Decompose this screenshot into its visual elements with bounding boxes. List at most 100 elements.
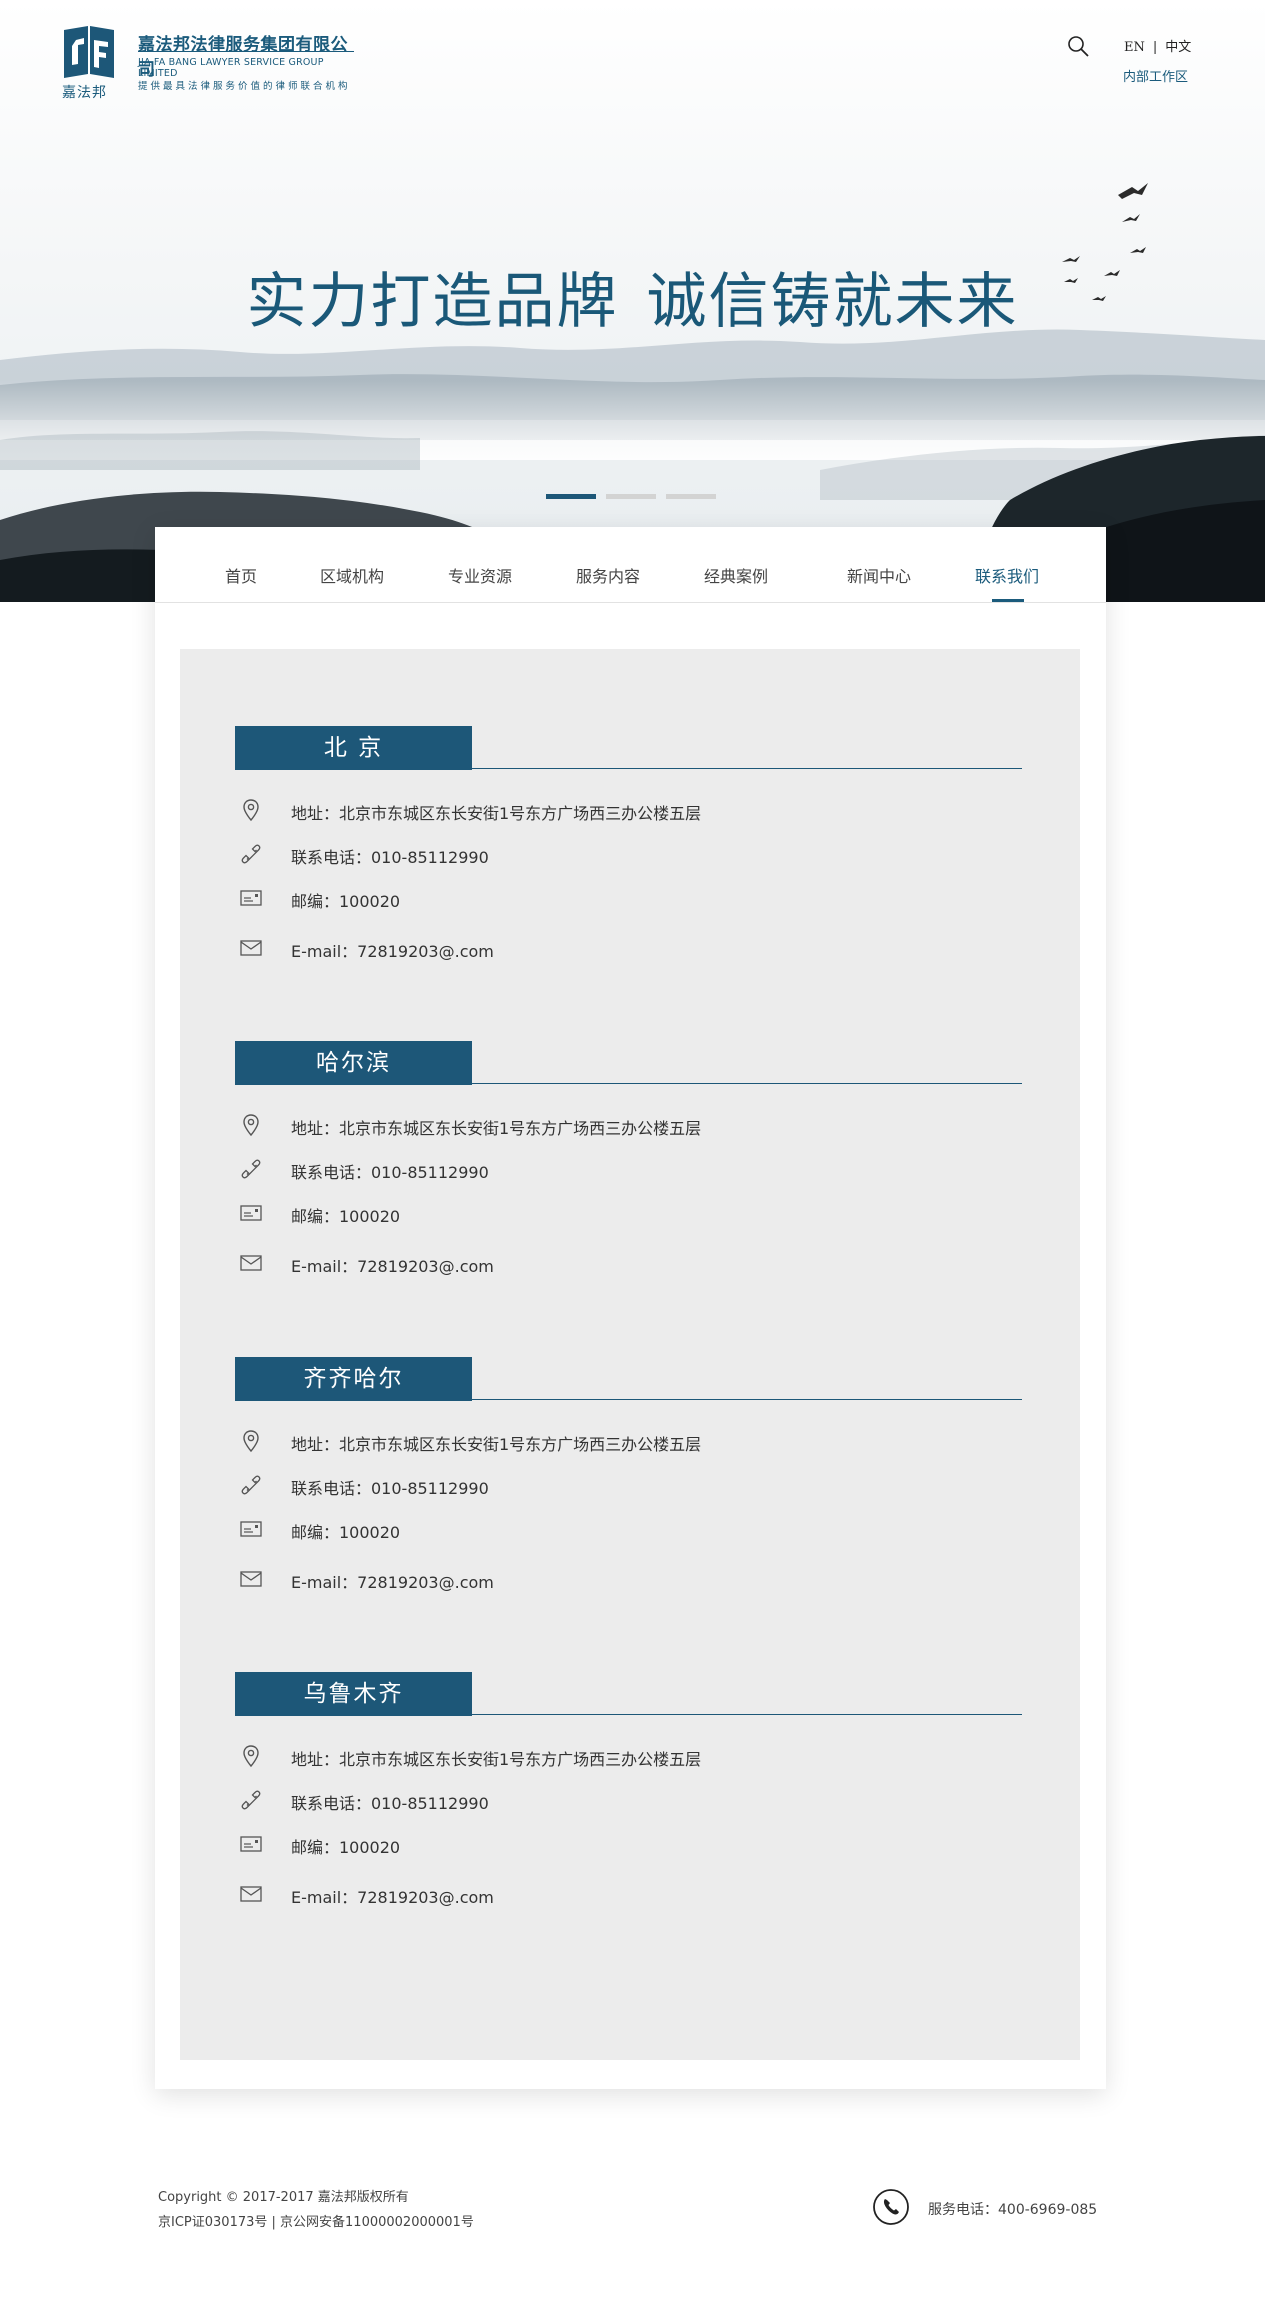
location-pin-icon	[243, 1430, 259, 1453]
office-name: 乌鲁木齐	[235, 1672, 472, 1716]
postcard-icon	[240, 1521, 262, 1537]
office-postcode-row: 邮编：100020	[235, 1199, 835, 1227]
logo-small-text: 嘉法邦	[62, 85, 107, 101]
lang-separator: |	[1152, 40, 1158, 55]
nav-professional-resources[interactable]: 专业资源	[448, 563, 512, 587]
office-postcode: 邮编：100020	[291, 1207, 401, 1226]
contact-panel: 北 京 地址：北京市东城区东长安街1号东方广场西三办公楼五层 联系电话：010-…	[180, 649, 1080, 2060]
logo-book-icon	[64, 26, 114, 78]
carousel-dot-3[interactable]	[666, 494, 716, 499]
envelope-icon	[240, 940, 262, 956]
lang-cn-link[interactable]: 中文	[1165, 40, 1191, 55]
office-header: 乌鲁木齐	[235, 1672, 1022, 1716]
carousel-dot-1[interactable]	[546, 494, 596, 499]
content-card: 首页 区域机构 专业资源 服务内容 经典案例 新闻中心 联系我们 北 京 地址：…	[155, 527, 1106, 2089]
postcard-icon	[240, 890, 262, 906]
office-email-row: E-mail：72819203@.com	[235, 1249, 835, 1277]
service-phone: 服务电话：400-6969-085	[928, 2202, 1098, 2218]
office-email[interactable]: E-mail：72819203@.com	[291, 938, 494, 962]
office-header: 齐齐哈尔	[235, 1357, 1022, 1401]
nav-news-center[interactable]: 新闻中心	[847, 563, 911, 587]
office-name: 哈尔滨	[235, 1041, 472, 1085]
office-phone: 联系电话：010-85112990	[291, 1794, 489, 1813]
office-phone-row: 联系电话：010-85112990	[235, 1786, 835, 1814]
phone-icon	[241, 1159, 261, 1179]
office-email[interactable]: E-mail：72819203@.com	[291, 1569, 494, 1593]
lang-en-link[interactable]: EN	[1124, 40, 1145, 55]
banner-headline-part1: 实力打造品牌	[246, 267, 619, 337]
logo-divider	[138, 51, 354, 52]
icp-record-text: 京ICP证030173号 | 京公网安备11000002000001号	[158, 2215, 474, 2230]
office-phone: 联系电话：010-85112990	[291, 1163, 489, 1182]
office-postcode: 邮编：100020	[291, 1838, 401, 1857]
search-icon[interactable]	[1066, 34, 1090, 58]
office-postcode: 邮编：100020	[291, 892, 401, 911]
office-header: 哈尔滨	[235, 1041, 1022, 1085]
office-address-row: 地址：北京市东城区东长安街1号东方广场西三办公楼五层	[235, 796, 835, 824]
nav-active-indicator	[992, 599, 1024, 602]
company-slogan: 提供最具法律服务价值的律师联合机构	[138, 81, 351, 92]
office-email[interactable]: E-mail：72819203@.com	[291, 1884, 494, 1908]
location-pin-icon	[243, 1745, 259, 1768]
office-name: 北 京	[235, 726, 472, 770]
office-block: 乌鲁木齐 地址：北京市东城区东长安街1号东方广场西三办公楼五层 联系电话：010…	[235, 1672, 1022, 1932]
office-phone-row: 联系电话：010-85112990	[235, 840, 835, 868]
office-phone-row: 联系电话：010-85112990	[235, 1155, 835, 1183]
postcard-icon	[240, 1836, 262, 1852]
office-address: 地址：北京市东城区东长安街1号东方广场西三办公楼五层	[291, 804, 702, 823]
office-divider	[472, 1714, 1022, 1715]
office-phone-row: 联系电话：010-85112990	[235, 1471, 835, 1499]
nav-contact-us[interactable]: 联系我们	[975, 563, 1039, 587]
site-header: 嘉法邦 嘉法邦法律服务集团有限公司 JIA FA BANG LAWYER SER…	[0, 0, 1265, 120]
envelope-icon	[240, 1886, 262, 1902]
nav-services[interactable]: 服务内容	[576, 563, 640, 587]
phone-circle-icon	[873, 2189, 909, 2225]
phone-icon	[241, 1790, 261, 1810]
banner-headline: 实力打造品牌 诚信铸就未来	[0, 253, 1265, 340]
nav-classic-cases[interactable]: 经典案例	[704, 563, 768, 587]
office-divider	[472, 768, 1022, 769]
office-address: 地址：北京市东城区东长安街1号东方广场西三办公楼五层	[291, 1435, 702, 1454]
office-divider	[472, 1083, 1022, 1084]
office-address-row: 地址：北京市东城区东长安街1号东方广场西三办公楼五层	[235, 1427, 835, 1455]
office-postcode-row: 邮编：100020	[235, 1830, 835, 1858]
office-address-row: 地址：北京市东城区东长安街1号东方广场西三办公楼五层	[235, 1742, 835, 1770]
carousel-indicator	[546, 494, 720, 500]
office-email-row: E-mail：72819203@.com	[235, 1565, 835, 1593]
phone-icon	[241, 844, 261, 864]
nav-regional-offices[interactable]: 区域机构	[320, 563, 384, 587]
office-email[interactable]: E-mail：72819203@.com	[291, 1253, 494, 1277]
office-email-row: E-mail：72819203@.com	[235, 934, 835, 962]
envelope-icon	[240, 1571, 262, 1587]
nav-home[interactable]: 首页	[225, 563, 257, 587]
office-divider	[472, 1399, 1022, 1400]
phone-icon	[241, 1475, 261, 1495]
office-address: 地址：北京市东城区东长安街1号东方广场西三办公楼五层	[291, 1119, 702, 1138]
office-block: 哈尔滨 地址：北京市东城区东长安街1号东方广场西三办公楼五层 联系电话：010-…	[235, 1041, 1022, 1301]
office-block: 北 京 地址：北京市东城区东长安街1号东方广场西三办公楼五层 联系电话：010-…	[235, 726, 1022, 986]
office-address-row: 地址：北京市东城区东长安街1号东方广场西三办公楼五层	[235, 1111, 835, 1139]
location-pin-icon	[243, 799, 259, 822]
office-phone: 联系电话：010-85112990	[291, 1479, 489, 1498]
office-phone: 联系电话：010-85112990	[291, 848, 489, 867]
site-footer: Copyright © 2017-2017 嘉法邦版权所有 京ICP证03017…	[0, 2170, 1265, 2250]
location-pin-icon	[243, 1114, 259, 1137]
language-switcher: EN | 中文	[1120, 36, 1195, 55]
office-postcode-row: 邮编：100020	[235, 884, 835, 912]
office-postcode-row: 邮编：100020	[235, 1515, 835, 1543]
office-header: 北 京	[235, 726, 1022, 770]
staff-area-link[interactable]: 内部工作区	[1123, 66, 1188, 85]
copyright-text: Copyright © 2017-2017 嘉法邦版权所有	[158, 2190, 409, 2205]
office-email-row: E-mail：72819203@.com	[235, 1880, 835, 1908]
banner-headline-part2: 诚信铸就未来	[646, 267, 1019, 337]
office-block: 齐齐哈尔 地址：北京市东城区东长安街1号东方广场西三办公楼五层 联系电话：010…	[235, 1357, 1022, 1617]
office-address: 地址：北京市东城区东长安街1号东方广场西三办公楼五层	[291, 1750, 702, 1769]
postcard-icon	[240, 1205, 262, 1221]
envelope-icon	[240, 1255, 262, 1271]
main-nav: 首页 区域机构 专业资源 服务内容 经典案例 新闻中心 联系我们	[155, 527, 1106, 603]
carousel-dot-2[interactable]	[606, 494, 656, 499]
office-postcode: 邮编：100020	[291, 1523, 401, 1542]
company-logo[interactable]: 嘉法邦 嘉法邦法律服务集团有限公司 JIA FA BANG LAWYER SER…	[62, 24, 362, 104]
office-name: 齐齐哈尔	[235, 1357, 472, 1401]
company-name-en: JIA FA BANG LAWYER SERVICE GROUP LIMITED	[138, 57, 324, 79]
